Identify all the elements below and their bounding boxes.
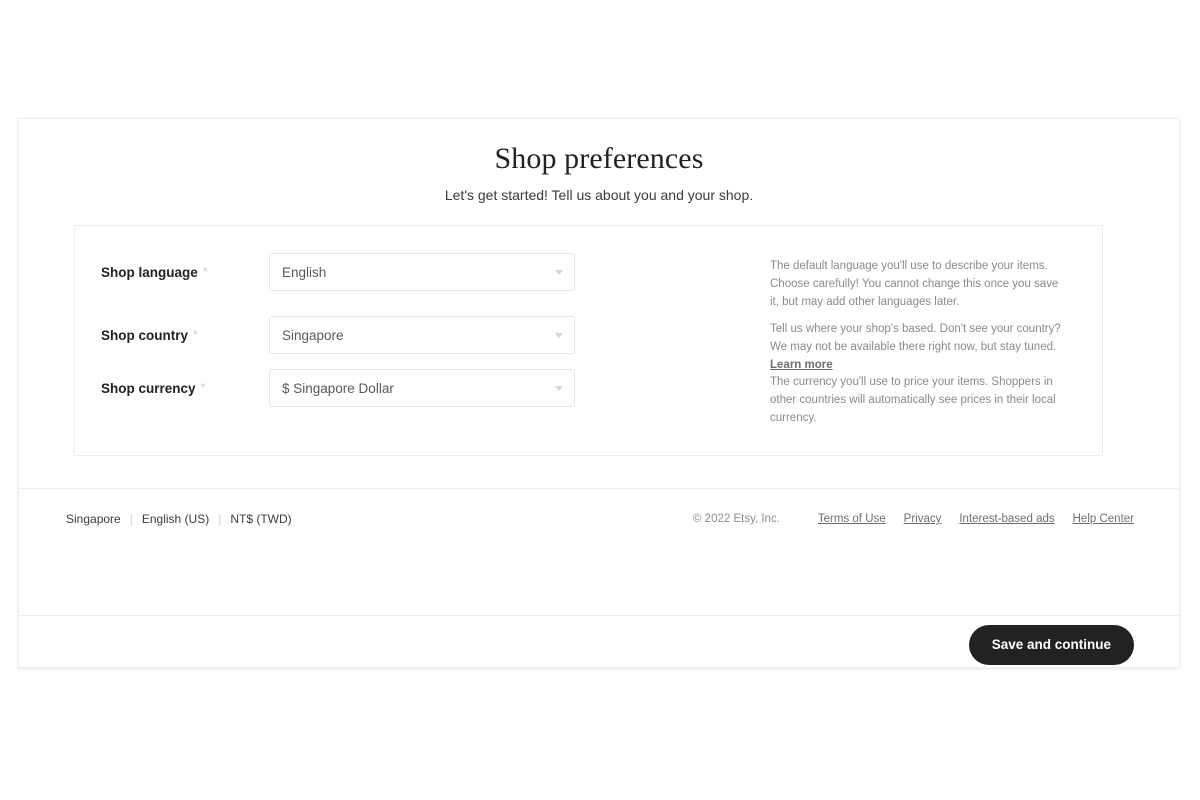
locale-selector: Singapore | English (US) | NT$ (TWD) — [66, 512, 292, 526]
locale-country[interactable]: Singapore — [66, 512, 121, 526]
help-text-shop-country: Tell us where your shop's based. Don't s… — [770, 321, 1070, 374]
page-title: Shop preferences — [494, 142, 704, 175]
terms-of-use-link[interactable]: Terms of Use — [818, 513, 886, 525]
save-and-continue-button[interactable]: Save and continue — [968, 625, 1134, 665]
shop-preferences-form: Shop language * English Shop country * Sin… — [74, 225, 1103, 456]
chevron-down-icon — [555, 270, 563, 275]
locale-language[interactable]: English (US) — [142, 512, 209, 526]
page-header: Shop preferences Let's get started! Tell… — [19, 119, 1179, 204]
help-text-shop-language: The default language you'll use to descr… — [770, 260, 1059, 308]
shop-preferences-page: Shop preferences Let's get started! Tell… — [18, 118, 1180, 668]
help-text-shop-currency: The currency you'll use to price your it… — [770, 376, 1056, 424]
label-shop-country-text: Shop country — [101, 328, 188, 343]
select-shop-language[interactable]: English — [269, 253, 575, 291]
required-marker-icon: * — [193, 327, 199, 342]
page-footer: Singapore | English (US) | NT$ (TWD) © 2022 … — [19, 488, 1179, 615]
label-shop-currency-text: Shop currency — [101, 381, 196, 396]
learn-more-link[interactable]: Learn more — [770, 359, 833, 371]
page-subtitle: Let's get started! Tell us about you and… — [444, 187, 754, 203]
locale-currency[interactable]: NT$ (TWD) — [230, 512, 291, 526]
locale-separator: | — [129, 512, 133, 526]
required-marker-icon: * — [200, 380, 206, 395]
required-marker-icon: * — [202, 264, 208, 279]
select-shop-language-value: English — [282, 265, 327, 280]
label-shop-language: Shop language * — [101, 264, 208, 281]
select-shop-currency[interactable]: $ Singapore Dollar — [269, 369, 575, 407]
select-shop-country[interactable]: Singapore — [269, 316, 575, 354]
chevron-down-icon — [555, 386, 563, 391]
select-shop-currency-value: $ Singapore Dollar — [282, 381, 394, 396]
label-shop-country: Shop country * — [101, 327, 198, 344]
chevron-down-icon — [555, 333, 563, 338]
label-shop-currency: Shop currency * — [101, 380, 206, 397]
locale-separator: | — [218, 512, 222, 526]
select-shop-country-value: Singapore — [282, 328, 344, 343]
interest-based-ads-link[interactable]: Interest-based ads — [959, 513, 1054, 525]
help-text-shop-country-body: Tell us where your shop's based. Don't s… — [770, 323, 1061, 353]
help-center-link[interactable]: Help Center — [1073, 513, 1134, 525]
legal-links: © 2022 Etsy, Inc. Terms of Use Privacy Inte… — [693, 513, 1134, 527]
privacy-link[interactable]: Privacy — [904, 513, 942, 525]
action-bar: Save and continue — [19, 616, 1179, 667]
label-shop-language-text: Shop language — [101, 265, 198, 280]
copyright-text: © 2022 Etsy, Inc. — [693, 513, 780, 525]
